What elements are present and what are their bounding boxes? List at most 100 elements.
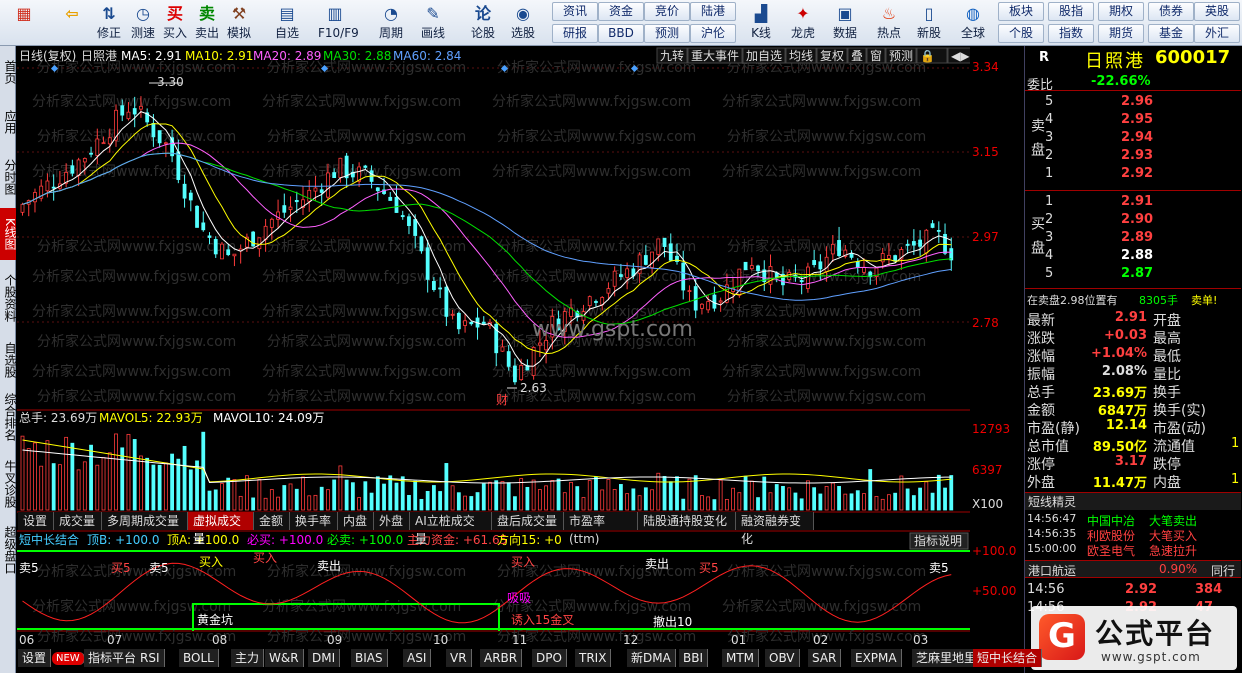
toolbar-button-back-arrow[interactable]: ⇦ xyxy=(52,0,92,46)
quick-button[interactable]: 期货 xyxy=(1098,24,1144,43)
quick-button[interactable]: 指数 xyxy=(1048,24,1094,43)
toolbar-button-data[interactable]: ▣ 数据 xyxy=(828,0,862,46)
stat-value: 89.50亿 xyxy=(1092,440,1147,455)
quick-button[interactable]: BBD xyxy=(598,24,644,43)
volume-tab-1[interactable]: 成交量 xyxy=(54,512,102,530)
tick-volume: 384 xyxy=(1195,582,1223,597)
toolbar-button-folder[interactable]: ▤ 自选 xyxy=(270,0,304,46)
volume-tab-12[interactable]: 融资融券变化 xyxy=(736,512,814,546)
left-tab-1[interactable]: 应用 xyxy=(0,98,17,146)
indicator-tab-4[interactable]: BOLL xyxy=(179,649,219,667)
quick-button[interactable]: 英股 xyxy=(1194,2,1240,21)
toolbar-button-globe[interactable]: ◍ 全球 xyxy=(956,0,990,46)
indicator-tab-8[interactable]: BIAS xyxy=(351,649,388,667)
volume-tab-6[interactable]: 内盘 xyxy=(338,512,374,530)
left-tab-3[interactable]: K线图 xyxy=(0,208,17,260)
quick-button[interactable]: 资金 xyxy=(598,2,644,21)
toolbar-button-lun[interactable]: 论论股 xyxy=(466,0,500,46)
stat-label-right: 市盈(动) xyxy=(1153,421,1206,437)
volume-tab-4[interactable]: 金额 xyxy=(254,512,290,530)
left-tab-6[interactable]: 综合排名 xyxy=(0,386,17,448)
indicator-tab-9[interactable]: ASI xyxy=(403,649,432,667)
indicator-tab-12[interactable]: DPO xyxy=(532,649,567,667)
indicator-tab-1[interactable]: NEW xyxy=(52,652,85,665)
candle-body xyxy=(188,192,193,201)
volume-tab-9[interactable]: 盘后成交量 xyxy=(492,512,564,530)
chart-area[interactable]: 分析家公式网www.fxjgsw.com 分析家公式网www.fxjgsw.com… xyxy=(17,46,998,650)
volume-tab-5[interactable]: 换手率 xyxy=(290,512,338,530)
quick-button[interactable]: 竞价 xyxy=(644,2,690,21)
quick-button[interactable]: 股指 xyxy=(1048,2,1094,21)
toolbar-button-dragon[interactable]: ✦ 龙虎 xyxy=(786,0,820,46)
quick-button[interactable]: 个股 xyxy=(998,24,1044,43)
indicator-tab-17[interactable]: OBV xyxy=(765,649,800,667)
toolbar-button-newstock[interactable]: ▯ 新股 xyxy=(912,0,946,46)
stat-label-right: 换手(实) xyxy=(1153,403,1206,419)
short-line-stock[interactable]: 欧圣电气 xyxy=(1087,542,1135,559)
toolbar-button-pencil[interactable]: ✎ 画线 xyxy=(416,0,450,46)
toolbar-button-sell[interactable]: 卖卖出 xyxy=(190,0,224,46)
toolbar-button-windows[interactable]: ▦ xyxy=(4,0,44,46)
volume-tab-3[interactable]: 虚拟成交量 xyxy=(188,512,254,546)
quick-button[interactable]: 研报 xyxy=(552,24,598,43)
left-tab-5[interactable]: 自选股 xyxy=(0,338,17,382)
volume-tab-8[interactable]: AI立桩成交量 xyxy=(410,512,492,546)
toolbar-button-hot[interactable]: ♨ 热点 xyxy=(872,0,906,46)
candle-body xyxy=(407,216,411,227)
volume-tab-11[interactable]: 陆股通持股变化 xyxy=(638,512,736,530)
indicator-tick: +100.0 xyxy=(972,544,1017,558)
candle-body xyxy=(89,152,93,155)
left-tab-7[interactable]: 牛叉诊股 xyxy=(0,452,17,516)
sector-tag[interactable]: 同行 xyxy=(1211,562,1235,579)
indicator-tab-11[interactable]: ARBR xyxy=(480,649,523,667)
toolbar-button-f10[interactable]: ▥ F10/F9 xyxy=(318,0,359,46)
left-tab-0[interactable]: 首页 xyxy=(0,52,17,92)
toolbar-button-clock[interactable]: ◷ 测速 xyxy=(126,0,160,46)
indicator-tab-6[interactable]: W&R xyxy=(265,649,304,667)
volume-tab-0[interactable]: 设置 xyxy=(18,512,54,530)
quick-button[interactable]: 预测 xyxy=(644,24,690,43)
quick-button[interactable]: 基金 xyxy=(1148,24,1194,43)
quick-button[interactable]: 债券 xyxy=(1148,2,1194,21)
indicator-tab-13[interactable]: TRIX xyxy=(575,649,612,667)
candle-body xyxy=(905,244,910,246)
left-tab-4[interactable]: 个股资料 xyxy=(0,264,17,332)
toolbar-button-up-down[interactable]: ⇅ 修正 xyxy=(92,0,126,46)
toolbar-button-select[interactable]: ◉ 选股 xyxy=(506,0,540,46)
volume-tab-10[interactable]: 市盈率(ttm) xyxy=(564,512,638,546)
volume-tab-7[interactable]: 外盘 xyxy=(374,512,410,530)
indicator-tab-10[interactable]: VR xyxy=(446,649,472,667)
quick-button[interactable]: 陆港 xyxy=(690,2,736,21)
indicator-tab-19[interactable]: EXPMA xyxy=(851,649,902,667)
quick-button[interactable]: 沪伦 xyxy=(690,24,736,43)
candle-body xyxy=(213,239,218,255)
left-tab-8[interactable]: 超级盘口 xyxy=(0,520,17,580)
indicator-tab-16[interactable]: MTM xyxy=(722,649,760,667)
indicator-tab-18[interactable]: SAR xyxy=(808,649,842,667)
toolbar-button-kline[interactable]: ▟ K线 xyxy=(744,0,778,46)
volume-tab-2[interactable]: 多周期成交量 xyxy=(102,512,188,530)
short-line-title[interactable]: 短线精灵 xyxy=(1025,492,1241,510)
cai-marker: 财 xyxy=(496,393,508,407)
quick-button[interactable]: 期权 xyxy=(1098,2,1144,21)
quick-button[interactable]: 资讯 xyxy=(552,2,598,21)
indicator-tab-0[interactable]: 设置 xyxy=(18,649,52,667)
toolbar-button-buy[interactable]: 买买入 xyxy=(158,0,192,46)
indicator-tab-5[interactable]: 主力 xyxy=(231,649,265,667)
indicator-tab-15[interactable]: BBI xyxy=(679,649,709,667)
indicator-tab-20[interactable]: 芝麻里地里 xyxy=(912,649,982,667)
left-tab-2[interactable]: 分时图 xyxy=(0,150,17,204)
dragon-icon: ✦ xyxy=(796,4,810,23)
indicator-tab-7[interactable]: DMI xyxy=(308,649,341,667)
toolbar-button-hammer[interactable]: ⚒ 模拟 xyxy=(222,0,256,46)
indicator-tab-14[interactable]: 新DMA xyxy=(627,649,676,667)
indicator-tab-3[interactable]: RSI xyxy=(136,649,165,667)
volume-bar xyxy=(668,481,673,511)
candle-body xyxy=(718,300,723,303)
indicator-tab-21[interactable]: 短中长结合 xyxy=(973,649,1043,667)
quick-button[interactable]: 板块 xyxy=(998,2,1044,21)
toolbar-button-cycle[interactable]: ◔ 周期 xyxy=(374,0,408,46)
quick-button[interactable]: 外汇 xyxy=(1194,24,1240,43)
indicator-tab-2[interactable]: 指标平台 xyxy=(84,649,142,667)
kline-chart[interactable]: 分析家公式网www.fxjgsw.com 分析家公式网www.fxjgsw.com… xyxy=(17,46,998,650)
